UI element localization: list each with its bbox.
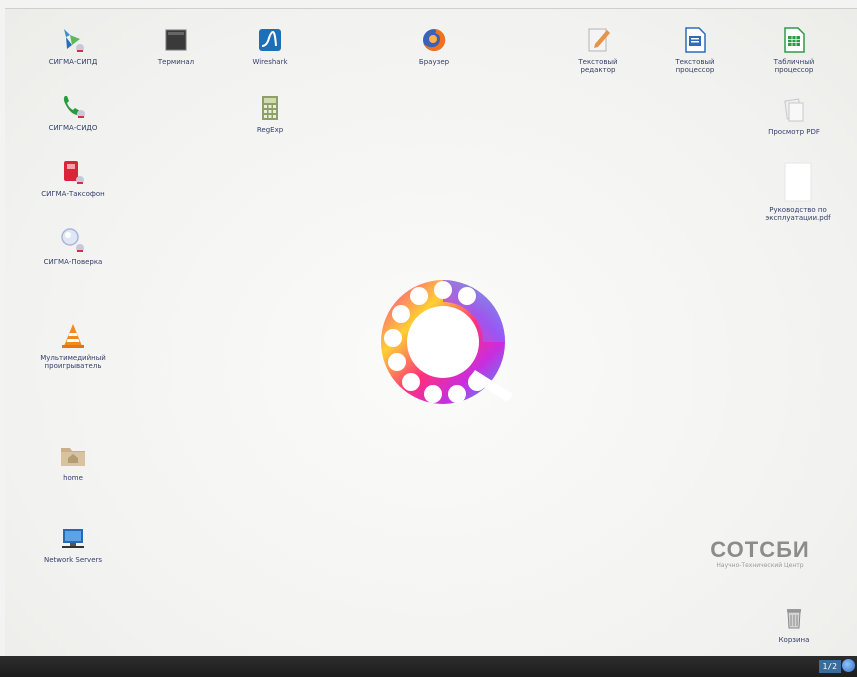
- terminal-icon: [161, 25, 191, 55]
- folder-home-icon: [58, 441, 88, 471]
- trash-icon: [779, 603, 809, 633]
- calculator-icon: [255, 93, 285, 123]
- desktop-icon-label: Просмотр PDF: [768, 128, 820, 136]
- desktop-icon-label: СИГМА-СИПД: [48, 58, 98, 66]
- vlc-cone-icon: [58, 321, 88, 351]
- desktop-icon-label: Wireshark: [252, 58, 288, 66]
- brand-subtitle: Научно-Технический Центр: [716, 562, 804, 569]
- phone-icon: [58, 91, 88, 121]
- desktop: СИГМА-СИПД СИГМА-СИДО СИГМА-Таксофон СИГ…: [5, 8, 857, 657]
- desktop-icon-wireshark[interactable]: Wireshark: [227, 25, 313, 66]
- wireshark-fin-icon: [255, 25, 285, 55]
- desktop-icon-terminal[interactable]: Терминал: [133, 25, 219, 66]
- pdf-viewer-icon: [779, 95, 809, 125]
- rotary-dial-logo: [363, 262, 523, 422]
- network-monitor-icon: [58, 523, 88, 553]
- desktop-icon-label: Браузер: [418, 58, 450, 66]
- payphone-icon: [58, 157, 88, 187]
- desktop-icon-label: СИГМА-Таксофон: [41, 190, 105, 198]
- desktop-icon-spreadsheet[interactable]: Табличный процессор: [751, 25, 837, 74]
- desktop-icon-label: Network Servers: [43, 556, 103, 564]
- desktop-icon-label: СИГМА-Поверка: [43, 258, 103, 266]
- desktop-icon-label: home: [63, 474, 83, 482]
- desktop-icon-label: Мультимедийный проигрыватель: [40, 354, 106, 370]
- text-editor-icon: [583, 25, 613, 55]
- system-tray-icon[interactable]: [842, 659, 855, 672]
- calc-sheet-icon: [779, 25, 809, 55]
- desktop-icon-label: Корзина: [778, 636, 810, 644]
- desktop-icon-home[interactable]: home: [30, 441, 116, 482]
- desktop-icon-word-processor[interactable]: Текстовый процессор: [652, 25, 738, 74]
- firefox-icon: [419, 25, 449, 55]
- desktop-icon-network-servers[interactable]: Network Servers: [30, 523, 116, 564]
- desktop-icon-manual-pdf[interactable]: Руководство по эксплуатации.pdf: [755, 161, 841, 222]
- desktop-icon-label: Терминал: [157, 58, 195, 66]
- desktop-icon-label: Табличный процессор: [773, 58, 815, 74]
- document-icon: [783, 161, 813, 203]
- brand-block: СОТСБИ Научно-Технический Центр: [695, 537, 825, 569]
- writer-doc-icon: [680, 25, 710, 55]
- desktop-icon-regexp[interactable]: RegExp: [227, 93, 313, 134]
- brand-name: СОТСБИ: [710, 537, 810, 562]
- desktop-icon-label: RegExp: [256, 126, 284, 134]
- taskbar: 1/2: [0, 656, 857, 677]
- desktop-icon-label: Текстовый процессор: [675, 58, 715, 74]
- desktop-icon-sigma-sido[interactable]: СИГМА-СИДО: [30, 91, 116, 132]
- desktop-icon-label: СИГМА-СИДО: [48, 124, 98, 132]
- desktop-icon-text-editor[interactable]: Текстовый редактор: [555, 25, 641, 74]
- workspace-pager[interactable]: 1/2: [818, 660, 841, 673]
- desktop-icon-trash[interactable]: Корзина: [751, 603, 837, 644]
- sigma-sipd-icon: [58, 25, 88, 55]
- desktop-icon-label: Руководство по эксплуатации.pdf: [765, 206, 831, 222]
- desktop-icon-sigma-sipd[interactable]: СИГМА-СИПД: [30, 25, 116, 66]
- desktop-icon-sigma-poverka[interactable]: СИГМА-Поверка: [30, 225, 116, 266]
- desktop-icon-media-player[interactable]: Мультимедийный проигрыватель: [30, 321, 116, 370]
- desktop-icon-sigma-taxophone[interactable]: СИГМА-Таксофон: [30, 157, 116, 198]
- desktop-icon-label: Текстовый редактор: [578, 58, 618, 74]
- check-lens-icon: [58, 225, 88, 255]
- desktop-icon-browser[interactable]: Браузер: [391, 25, 477, 66]
- desktop-icon-pdf-viewer[interactable]: Просмотр PDF: [751, 95, 837, 136]
